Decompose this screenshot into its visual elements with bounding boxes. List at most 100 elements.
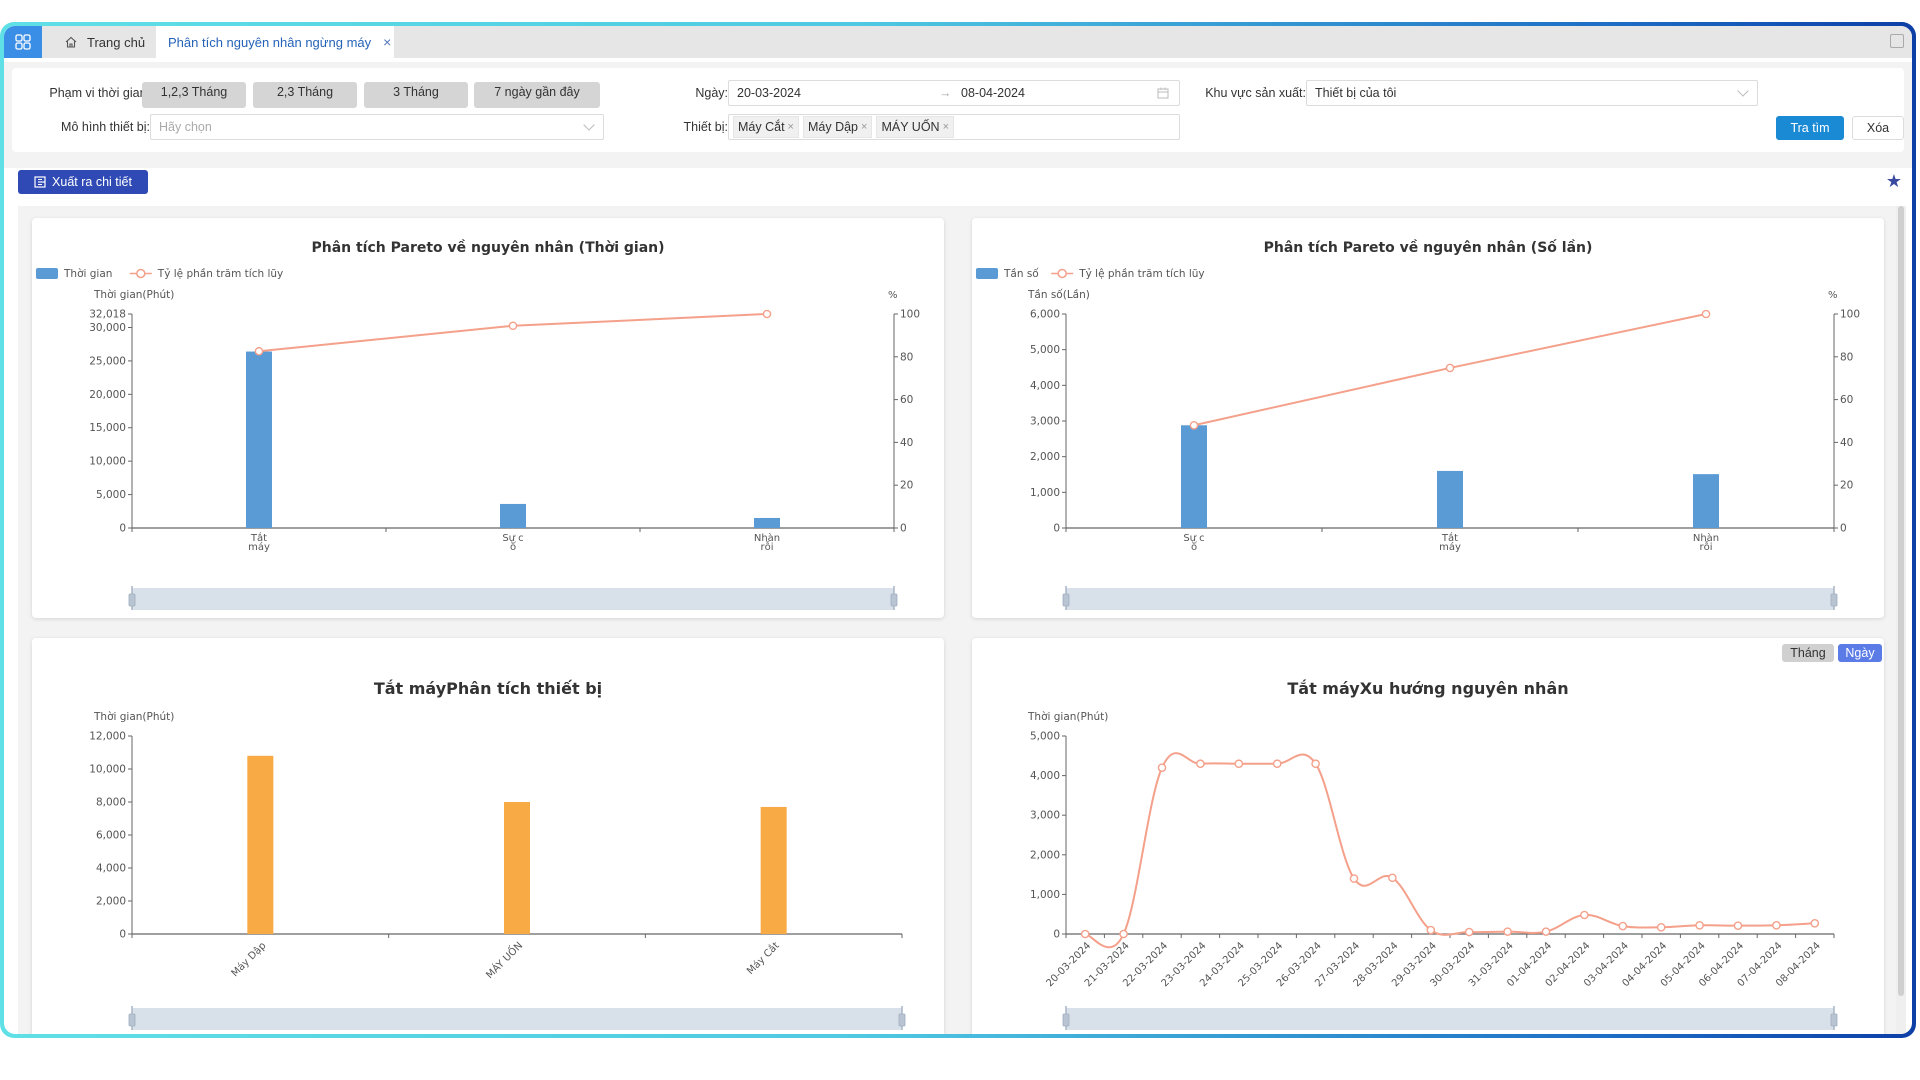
area-value: Thiết bị của tôi [1315, 86, 1397, 100]
line-point [1196, 759, 1205, 769]
zoom-slider-track [132, 588, 894, 610]
line-point [254, 346, 264, 356]
x-tick-label: rỗi [760, 540, 773, 553]
x-tick-label: ố [510, 541, 516, 553]
device-analysis-card: Tắt máyPhân tích thiết bị Thời gian(Phút)… [32, 638, 944, 1034]
tab-downtime-analysis[interactable]: Phân tích nguyên nhân ngừng máy × [156, 26, 394, 58]
line-point [1656, 922, 1666, 932]
bar [1181, 425, 1207, 528]
star-icon[interactable]: ★ [1886, 171, 1902, 192]
y-tick-label: 6,000 [1030, 309, 1060, 321]
line-point [1701, 309, 1711, 319]
bar [504, 802, 530, 934]
charts-area: Phân tích Pareto về nguyên nhân (Thời gi… [18, 206, 1898, 1034]
y-axis-label: Thời gian(Phút) [93, 289, 174, 301]
tab-bar: Trang chủ Phân tích nguyên nhân ngừng má… [4, 26, 1912, 58]
y2-axis-label: % [1828, 290, 1838, 301]
filter-panel: Phạm vi thời gian: 1,2,3 Tháng 2,3 Tháng… [12, 68, 1904, 152]
search-button[interactable]: Tra tìm [1776, 116, 1844, 140]
y-tick-label: 2,000 [1030, 849, 1060, 861]
device-multiselect[interactable]: Máy Cắt × Máy Dập × MÁY UỐN × [728, 114, 1180, 140]
y-tick-label: 3,000 [1030, 810, 1060, 822]
y-axis-label: Thời gian(Phút) [93, 711, 174, 723]
y-tick-label: 30,000 [89, 322, 126, 334]
y-tick-label: 5,000 [1030, 731, 1060, 743]
y-tick-label: 8,000 [96, 797, 126, 809]
chart-title: Tắt máyPhân tích thiết bị [374, 679, 602, 698]
line-point [1234, 759, 1244, 769]
area-select[interactable]: Thiết bị của tôi [1306, 80, 1758, 106]
date-separator: → [939, 86, 952, 100]
bar [246, 351, 272, 528]
date-to: 08-04-2024 [961, 86, 1025, 100]
device-tag-label: Máy Cắt [738, 120, 785, 134]
quick-range-button-2[interactable]: 2,3 Tháng [253, 82, 357, 108]
date-range-picker[interactable]: 20-03-2024 → 08-04-2024 [728, 80, 1180, 106]
clear-button[interactable]: Xóa [1852, 116, 1904, 140]
y2-tick-label: 100 [1840, 309, 1860, 321]
app-menu-button[interactable] [4, 26, 42, 58]
y2-tick-label: 60 [1840, 394, 1853, 406]
line-point [1541, 927, 1551, 936]
chart-title: Phân tích Pareto về nguyên nhân (Thời gi… [311, 239, 664, 256]
legend-bar-swatch [976, 268, 998, 279]
vertical-scrollbar[interactable] [1896, 206, 1906, 1034]
app-window-frame: Trang chủ Phân tích nguyên nhân ngừng má… [0, 22, 1916, 1038]
device-tag: Máy Cắt × [733, 116, 799, 138]
cause-trend-card: Tháng Ngày Tắt máyXu hướng nguyên nhân Th… [972, 638, 1884, 1034]
quick-range-button-7days[interactable]: 7 ngày gần đây [474, 82, 600, 108]
model-label: Mô hình thiết bị: [61, 120, 150, 134]
y2-tick-label: 0 [900, 523, 907, 535]
model-select[interactable]: Hãy chọn [150, 114, 604, 140]
y-tick-label: 25,000 [89, 355, 126, 367]
toggle-day[interactable]: Ngày [1838, 644, 1882, 662]
bar [1693, 474, 1719, 528]
line-point [1272, 759, 1282, 769]
x-tick-label: Máy Cắt [744, 939, 782, 977]
line-point [1503, 927, 1512, 936]
y2-tick-label: 20 [1840, 480, 1853, 492]
x-tick-label: máy [1439, 541, 1461, 553]
line-point [1080, 929, 1090, 939]
quick-range-button-1[interactable]: 1,2,3 Tháng [142, 82, 246, 108]
line-point [1426, 925, 1436, 935]
restore-window-icon[interactable] [1890, 34, 1904, 48]
remove-tag-icon[interactable]: × [861, 121, 867, 133]
tab-home-label: Trang chủ [87, 34, 146, 50]
y-tick-label: 4,000 [96, 863, 126, 875]
y-tick-label: 4,000 [1030, 380, 1060, 392]
legend-bar-swatch [36, 268, 58, 279]
quick-range-button-3[interactable]: 3 Tháng [364, 82, 468, 108]
bar [500, 503, 526, 528]
line-point [1119, 929, 1128, 939]
y-tick-label: 0 [119, 523, 126, 535]
bar [754, 517, 780, 528]
zoom-slider-handle [128, 1013, 136, 1027]
y2-tick-label: 100 [900, 309, 920, 321]
grid-icon [15, 34, 31, 50]
zoom-slider-handle [898, 1013, 906, 1027]
y-tick-label: 10,000 [89, 456, 126, 468]
y-tick-label: 1,000 [1030, 889, 1060, 901]
zoom-slider-track [1066, 1008, 1834, 1030]
remove-tag-icon[interactable]: × [943, 121, 949, 133]
line-point [1618, 921, 1628, 931]
close-tab-icon[interactable]: × [383, 34, 391, 50]
export-detail-button[interactable]: Xuất ra chi tiết [18, 170, 148, 194]
y-tick-label: 3,000 [1030, 416, 1060, 428]
remove-tag-icon[interactable]: × [788, 121, 794, 133]
toggle-month[interactable]: Tháng [1782, 644, 1834, 662]
series-line [258, 313, 768, 353]
scrollbar-thumb[interactable] [1898, 206, 1904, 996]
export-label: Xuất ra chi tiết [52, 175, 132, 189]
x-tick-label: rỗi [1699, 540, 1712, 553]
tab-home[interactable]: Trang chủ [52, 26, 156, 58]
chart-svg: Tắt máyXu hướng nguyên nhân Thời gian(Phú… [1027, 679, 1838, 1030]
zoom-slider-handle [128, 593, 136, 607]
chart-svg: Tắt máyPhân tích thiết bị Thời gian(Phút)… [89, 679, 906, 1030]
chevron-down-icon [1737, 85, 1749, 97]
y-tick-label: 4,000 [1030, 770, 1060, 782]
y-axis-label: Tần số(Lần) [1027, 289, 1090, 301]
line-point [1772, 920, 1781, 930]
y2-tick-label: 80 [900, 351, 913, 363]
